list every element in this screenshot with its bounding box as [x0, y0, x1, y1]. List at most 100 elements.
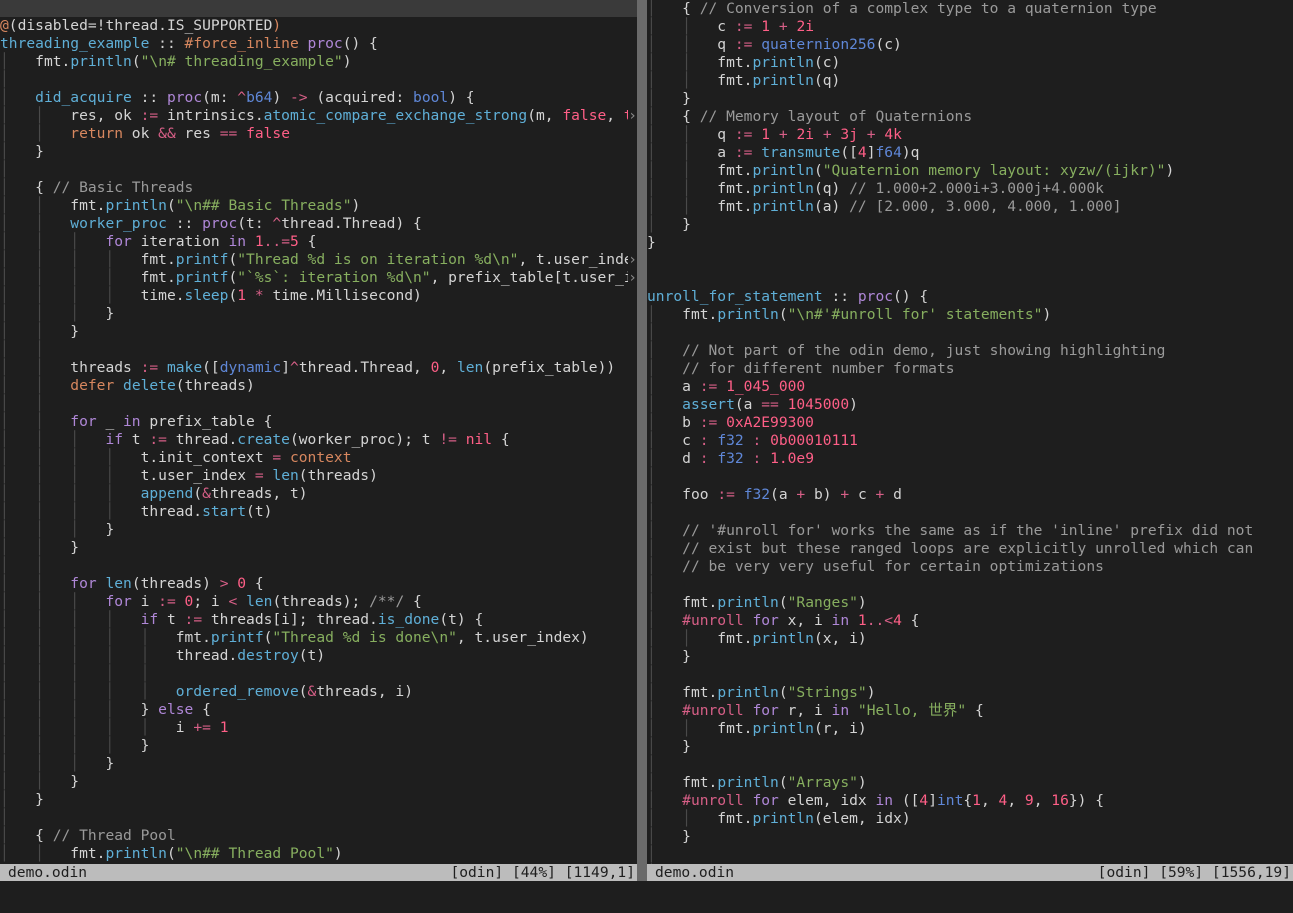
- code-line[interactable]: │ │ defer delete(threads): [0, 377, 637, 395]
- code-line[interactable]: │ │ fmt.println(a) // [2.000, 3.000, 4.0…: [647, 198, 1293, 216]
- code-line[interactable]: │ did_acquire :: proc(m: ^b64) -> (acqui…: [0, 89, 637, 107]
- code-line[interactable]: [647, 270, 1293, 288]
- code-line[interactable]: │ │ }: [0, 773, 637, 791]
- code-line[interactable]: │ }: [647, 828, 1293, 846]
- code-line[interactable]: │ │ for _ in prefix_table {: [0, 413, 637, 431]
- code-line[interactable]: │ │ a := transmute([4]f64)q: [647, 144, 1293, 162]
- code-line[interactable]: │ │ │ │ │ ordered_remove(&threads, i): [0, 683, 637, 701]
- code-line[interactable]: │ assert(a == 1045000): [647, 396, 1293, 414]
- code-line[interactable]: │ │ │ │ } else {: [0, 701, 637, 719]
- code-line[interactable]: │ // be very very useful for certain opt…: [647, 558, 1293, 576]
- code-line[interactable]: │ { // Conversion of a complex type to a…: [647, 0, 1293, 18]
- code-line[interactable]: │ foo := f32(a + b) + c + d: [647, 486, 1293, 504]
- code-line[interactable]: │: [647, 504, 1293, 522]
- code-line[interactable]: │ │ │ │ │ fmt.printf("Thread %d is done\…: [0, 629, 637, 647]
- code-line[interactable]: │ │: [0, 341, 637, 359]
- code-line[interactable]: │: [647, 846, 1293, 864]
- code-line[interactable]: │: [0, 161, 637, 179]
- code-line[interactable]: │ b := 0xA2E99300: [647, 414, 1293, 432]
- code-line[interactable]: │ d : f32 : 1.0e9: [647, 450, 1293, 468]
- code-line[interactable]: │ │ return ok && res == false: [0, 125, 637, 143]
- code-line[interactable]: │ │ │ │ t.user_index = len(threads): [0, 467, 637, 485]
- right-editor-pane[interactable]: │ { // Conversion of a complex type to a…: [647, 0, 1293, 864]
- vertical-split-divider[interactable]: [637, 0, 647, 881]
- code-line[interactable]: │ │ worker_proc :: proc(t: ^thread.Threa…: [0, 215, 637, 233]
- code-line[interactable]: │: [647, 576, 1293, 594]
- code-line[interactable]: │ │ fmt.println(c): [647, 54, 1293, 72]
- code-line[interactable]: │ #unroll for r, i in "Hello, 世界" {: [647, 702, 1293, 720]
- code-line[interactable]: │ }: [647, 216, 1293, 234]
- code-line[interactable]: │ a := 1_045_000: [647, 378, 1293, 396]
- code-line[interactable]: │ │ │ │ append(&threads, t): [0, 485, 637, 503]
- code-line[interactable]: │ │ c := 1 + 2i: [647, 18, 1293, 36]
- code-line[interactable]: │ │ res, ok := intrinsics.atomic_compare…: [0, 107, 637, 125]
- code-line[interactable]: │ │ fmt.println(r, i): [647, 720, 1293, 738]
- code-line[interactable]: │ │ │ │ thread.start(t): [0, 503, 637, 521]
- code-line[interactable]: │ │ for len(threads) > 0 {: [0, 575, 637, 593]
- right-code-view[interactable]: │ { // Conversion of a complex type to a…: [647, 0, 1293, 864]
- code-line[interactable]: │ │ fmt.println("\n## Basic Threads"): [0, 197, 637, 215]
- code-line[interactable]: unroll_for_statement :: proc() {: [647, 288, 1293, 306]
- code-line[interactable]: │ fmt.println("\n#'#unroll for' statemen…: [647, 306, 1293, 324]
- code-line[interactable]: threading_example :: #force_inline proc(…: [0, 35, 637, 53]
- code-line[interactable]: │ │ │ │ │ i += 1: [0, 719, 637, 737]
- code-line[interactable]: │ │ │ for iteration in 1..=5 {: [0, 233, 637, 251]
- code-line[interactable]: │: [0, 71, 637, 89]
- code-line[interactable]: │ │ │ for i := 0; i < len(threads); /**/…: [0, 593, 637, 611]
- left-code-view[interactable]: @(disabled=!thread.IS_SUPPORTED) threadin…: [0, 17, 637, 863]
- left-editor-pane[interactable]: @(disabled=!thread.IS_SUPPORTED) threadin…: [0, 0, 637, 864]
- code-line[interactable]: │ c : f32 : 0b00010111: [647, 432, 1293, 450]
- command-line[interactable]: [0, 881, 1293, 913]
- code-line[interactable]: │: [647, 468, 1293, 486]
- code-line[interactable]: │ │ q := quaternion256(c): [647, 36, 1293, 54]
- code-line[interactable]: │ │ fmt.println(q) // 1.000+2.000i+3.000…: [647, 180, 1293, 198]
- code-line[interactable]: @(disabled=!thread.IS_SUPPORTED): [0, 17, 637, 35]
- code-line[interactable]: │ #unroll for x, i in 1..<4 {: [647, 612, 1293, 630]
- code-line[interactable]: │ fmt.println("\n# threading_example"): [0, 53, 637, 71]
- code-line[interactable]: │: [647, 756, 1293, 774]
- code-line[interactable]: │ }: [647, 90, 1293, 108]
- code-line[interactable]: │ │: [0, 395, 637, 413]
- code-line[interactable]: │ │ fmt.println("Quaternion memory layou…: [647, 162, 1293, 180]
- code-line[interactable]: │ // exist but these ranged loops are ex…: [647, 540, 1293, 558]
- code-line[interactable]: │ │ q := 1 + 2i + 3j + 4k: [647, 126, 1293, 144]
- code-line[interactable]: │ │ │ │ │: [0, 665, 637, 683]
- code-line[interactable]: }: [647, 234, 1293, 252]
- code-line[interactable]: │ }: [0, 143, 637, 161]
- code-line[interactable]: │ │ │ │ fmt.printf("`%s`: iteration %d\n…: [0, 269, 637, 287]
- code-line[interactable]: │ }: [647, 648, 1293, 666]
- code-line[interactable]: │ │ fmt.println(elem, idx): [647, 810, 1293, 828]
- code-line[interactable]: │ }: [0, 791, 637, 809]
- code-line[interactable]: │ }: [647, 738, 1293, 756]
- code-line[interactable]: │ │ }: [0, 539, 637, 557]
- code-line[interactable]: │ // '#unroll for' works the same as if …: [647, 522, 1293, 540]
- code-line[interactable]: │ │ │ }: [0, 521, 637, 539]
- code-line[interactable]: │ │ │ │ fmt.printf("Thread %d is on iter…: [0, 251, 637, 269]
- code-line[interactable]: │ │ │ │ time.sleep(1 * time.Millisecond): [0, 287, 637, 305]
- code-line[interactable]: │ │ │ }: [0, 305, 637, 323]
- code-line[interactable]: │: [647, 324, 1293, 342]
- code-line[interactable]: │ fmt.println("Strings"): [647, 684, 1293, 702]
- code-line[interactable]: │ { // Memory layout of Quaternions: [647, 108, 1293, 126]
- code-line[interactable]: │ │ fmt.println(q): [647, 72, 1293, 90]
- code-line[interactable]: │ { // Basic Threads: [0, 179, 637, 197]
- code-line[interactable]: │: [0, 809, 637, 827]
- code-line[interactable]: │ │: [0, 557, 637, 575]
- code-line[interactable]: │ │ }: [0, 323, 637, 341]
- code-line[interactable]: │ fmt.println("Ranges"): [647, 594, 1293, 612]
- code-line[interactable]: │ │ │ │ t.init_context = context: [0, 449, 637, 467]
- code-line[interactable]: │ // Not part of the odin demo, just sho…: [647, 342, 1293, 360]
- code-line[interactable]: │ │ │ │ │ thread.destroy(t): [0, 647, 637, 665]
- code-line[interactable]: │ │ │ │ }: [0, 737, 637, 755]
- code-line[interactable]: │ │ │ }: [0, 755, 637, 773]
- code-line[interactable]: │ │ fmt.println("\n## Thread Pool"): [0, 845, 637, 863]
- code-line[interactable]: │ fmt.println("Arrays"): [647, 774, 1293, 792]
- code-line[interactable]: │ │ │ │ if t := threads[i]; thread.is_do…: [0, 611, 637, 629]
- code-line[interactable]: [647, 252, 1293, 270]
- code-line[interactable]: │: [647, 666, 1293, 684]
- code-line[interactable]: │ │ │ if t := thread.create(worker_proc)…: [0, 431, 637, 449]
- code-line[interactable]: │ #unroll for elem, idx in ([4]int{1, 4,…: [647, 792, 1293, 810]
- code-line[interactable]: │ │ fmt.println(x, i): [647, 630, 1293, 648]
- code-line[interactable]: │ { // Thread Pool: [0, 827, 637, 845]
- code-line[interactable]: │ // for different number formats: [647, 360, 1293, 378]
